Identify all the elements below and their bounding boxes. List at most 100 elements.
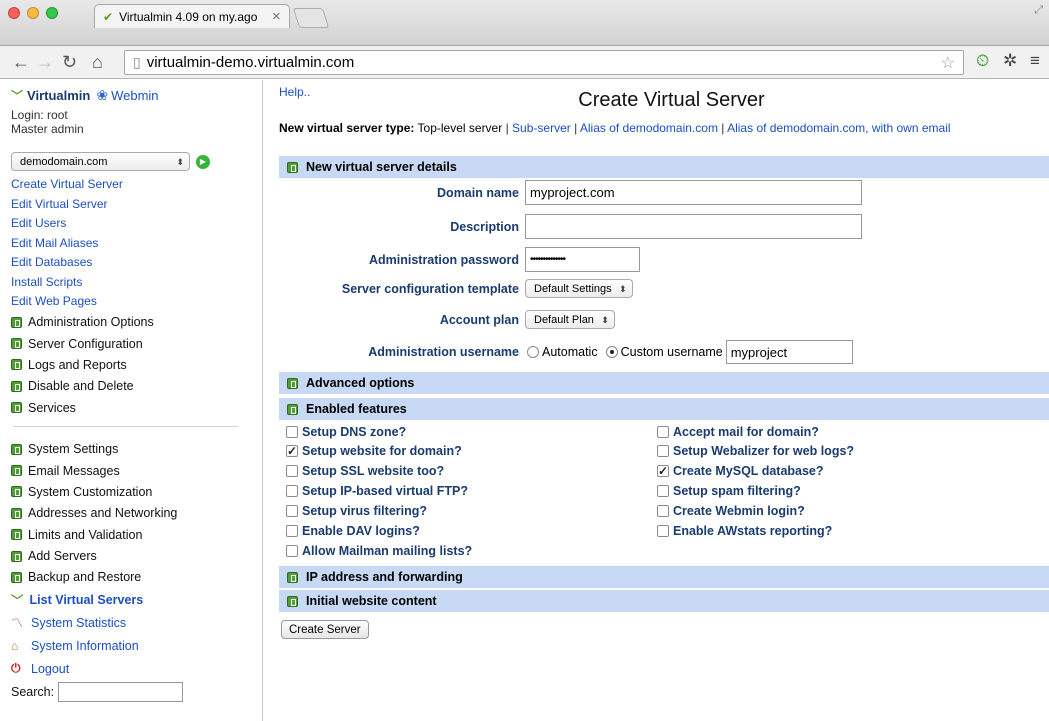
checkbox-unchecked-icon[interactable] bbox=[286, 425, 298, 438]
window-zoom-icon[interactable] bbox=[46, 7, 58, 19]
custom-username-input[interactable]: myproject bbox=[725, 340, 853, 364]
go-arrow-icon[interactable]: ▶ bbox=[196, 154, 210, 169]
checkbox-unchecked-icon[interactable] bbox=[286, 544, 298, 557]
main-frame: Help.. Create Virtual Server New virtual… bbox=[264, 80, 1049, 721]
link-edit-mail-aliases[interactable]: Edit Mail Aliases bbox=[11, 234, 262, 254]
system-information-link[interactable]: ⌂ System Information bbox=[11, 634, 262, 657]
checkbox-unchecked-icon[interactable] bbox=[286, 465, 298, 478]
link-create-virtual-server[interactable]: Create Virtual Server bbox=[11, 175, 262, 195]
brand-bar: ﹀ Virtualmin ❀ Webmin bbox=[11, 86, 262, 104]
extension-timer-icon[interactable]: ⏲ bbox=[976, 51, 989, 71]
link-edit-databases[interactable]: Edit Databases bbox=[11, 253, 262, 273]
checkbox-unchecked-icon[interactable] bbox=[657, 485, 669, 498]
category-system-settings[interactable]: System Settings bbox=[11, 438, 262, 459]
search-input[interactable] bbox=[58, 682, 184, 703]
menu-icon[interactable]: ≡ bbox=[1030, 51, 1040, 71]
back-icon[interactable]: ← bbox=[12, 52, 30, 72]
system-statistics-link[interactable]: 〽 System Statistics bbox=[11, 611, 262, 634]
checkbox-unchecked-icon[interactable] bbox=[286, 505, 298, 518]
feature-checkbox-row[interactable]: Setup spam filtering? bbox=[657, 483, 801, 500]
settings-gear-icon[interactable]: ✲ bbox=[1003, 51, 1017, 71]
list-virtual-servers-link[interactable]: ﹀ List Virtual Servers bbox=[11, 588, 262, 611]
category-administration-options[interactable]: Administration Options bbox=[11, 312, 262, 333]
forward-icon[interactable]: → bbox=[36, 52, 54, 72]
window-close-icon[interactable] bbox=[8, 7, 20, 19]
category-disable-and-delete[interactable]: Disable and Delete bbox=[11, 376, 262, 397]
category-services[interactable]: Services bbox=[11, 397, 262, 418]
type-sub-server-link[interactable]: Sub-server bbox=[512, 121, 571, 135]
section-initial-content[interactable]: Initial website content bbox=[279, 590, 1049, 612]
description-input[interactable] bbox=[525, 214, 862, 239]
section-enabled-features[interactable]: Enabled features bbox=[279, 398, 1049, 420]
category-backup-and-restore[interactable]: Backup and Restore bbox=[11, 567, 262, 588]
type-alias-email-link[interactable]: Alias of demodomain.com, with own email bbox=[727, 121, 950, 135]
link-install-scripts[interactable]: Install Scripts bbox=[11, 273, 262, 293]
checkbox-unchecked-icon[interactable] bbox=[657, 525, 669, 537]
checkbox-unchecked-icon[interactable] bbox=[286, 525, 298, 537]
checkbox-unchecked-icon[interactable] bbox=[657, 445, 669, 458]
category-server-configuration[interactable]: Server Configuration bbox=[11, 333, 262, 354]
type-separator: | bbox=[574, 121, 578, 135]
new-tab-button[interactable] bbox=[292, 8, 330, 28]
reload-icon[interactable]: ↻ bbox=[62, 52, 77, 72]
domain-name-input[interactable]: myproject.com bbox=[525, 180, 862, 205]
browser-tab[interactable]: ✔ Virtualmin 4.09 on my.ago ✕ bbox=[94, 4, 290, 28]
account-plan-select[interactable]: Default Plan ⬍ bbox=[525, 310, 615, 329]
logout-link[interactable]: ⏻ Logout bbox=[11, 657, 262, 680]
link-edit-users[interactable]: Edit Users bbox=[11, 214, 262, 234]
admin-password-input[interactable]: •••••••••••••• bbox=[525, 247, 640, 272]
domain-select[interactable]: demodomain.com ⬍ bbox=[11, 152, 190, 171]
row-admin-password: Administration password •••••••••••••• bbox=[279, 247, 640, 272]
section-ip-address[interactable]: IP address and forwarding bbox=[279, 566, 1049, 588]
category-email-messages[interactable]: Email Messages bbox=[11, 460, 262, 481]
expand-icon bbox=[11, 529, 22, 541]
feature-checkbox-row[interactable]: Setup virus filtering? bbox=[286, 503, 427, 520]
config-template-select[interactable]: Default Settings ⬍ bbox=[525, 279, 633, 298]
section-new-server-details[interactable]: New virtual server details bbox=[279, 156, 1049, 178]
search-label: Search: bbox=[11, 685, 55, 700]
feature-checkbox-row[interactable]: ✓ Setup website for domain? bbox=[286, 443, 462, 460]
checkbox-unchecked-icon[interactable] bbox=[657, 425, 669, 438]
bookmark-star-icon[interactable]: ☆ bbox=[941, 53, 955, 73]
feature-label: Setup virus filtering? bbox=[302, 504, 428, 519]
feature-checkbox-row[interactable]: Setup DNS zone? bbox=[286, 423, 406, 440]
feature-checkbox-row[interactable]: Setup IP-based virtual FTP? bbox=[286, 483, 468, 500]
feature-checkbox-row[interactable]: Allow Mailman mailing lists? bbox=[286, 542, 472, 559]
category-add-servers[interactable]: Add Servers bbox=[11, 545, 262, 566]
feature-checkbox-row[interactable]: Accept mail for domain? bbox=[657, 423, 819, 440]
feature-checkbox-row[interactable]: Enable AWstats reporting? bbox=[657, 523, 832, 540]
section-advanced-options[interactable]: Advanced options bbox=[279, 372, 1049, 394]
tab-close-icon[interactable]: ✕ bbox=[272, 10, 281, 23]
feature-checkbox-row[interactable]: Create Webmin login? bbox=[657, 503, 805, 520]
feature-label: Enable DAV logins? bbox=[302, 524, 420, 538]
username-custom-radio[interactable] bbox=[605, 346, 618, 358]
category-label: Administration Options bbox=[28, 315, 154, 330]
feature-checkbox-row[interactable]: ✓ Create MySQL database? bbox=[657, 463, 824, 480]
checkbox-unchecked-icon[interactable] bbox=[657, 505, 669, 518]
link-edit-virtual-server[interactable]: Edit Virtual Server bbox=[11, 195, 262, 215]
type-alias-link[interactable]: Alias of demodomain.com bbox=[580, 121, 718, 135]
webmin-tab-link[interactable]: Webmin bbox=[111, 88, 158, 103]
fullscreen-icon[interactable]: ⤢ bbox=[1034, 4, 1043, 17]
category-system-customization[interactable]: System Customization bbox=[11, 481, 262, 502]
expand-icon bbox=[11, 338, 22, 350]
category-logs-and-reports[interactable]: Logs and Reports bbox=[11, 354, 262, 375]
link-edit-web-pages[interactable]: Edit Web Pages bbox=[11, 292, 262, 312]
username-custom-label: Custom username bbox=[620, 345, 723, 359]
virtualmin-tab-link[interactable]: Virtualmin bbox=[27, 88, 90, 103]
address-bar[interactable]: ▯ virtualmin-demo.virtualmin.com ☆ bbox=[124, 50, 964, 75]
feature-checkbox-row[interactable]: Setup SSL website too? bbox=[286, 463, 444, 480]
category-addresses-and-networking[interactable]: Addresses and Networking bbox=[11, 503, 262, 524]
feature-checkbox-row[interactable]: Enable DAV logins? bbox=[286, 523, 420, 540]
category-limits-and-validation[interactable]: Limits and Validation bbox=[11, 524, 262, 545]
window-minimize-icon[interactable] bbox=[27, 7, 39, 19]
login-role: Master admin bbox=[11, 122, 84, 136]
feature-checkbox-row[interactable]: Setup Webalizer for web logs? bbox=[657, 443, 854, 460]
checkbox-unchecked-icon[interactable] bbox=[286, 485, 298, 498]
checkbox-checked-icon[interactable]: ✓ bbox=[286, 445, 298, 458]
category-group-top: Administration Options Server Configurat… bbox=[11, 312, 262, 419]
create-server-button[interactable]: Create Server bbox=[281, 620, 369, 639]
home-icon[interactable]: ⌂ bbox=[92, 52, 103, 72]
username-automatic-radio[interactable] bbox=[527, 346, 539, 358]
checkbox-checked-icon[interactable]: ✓ bbox=[657, 465, 669, 478]
